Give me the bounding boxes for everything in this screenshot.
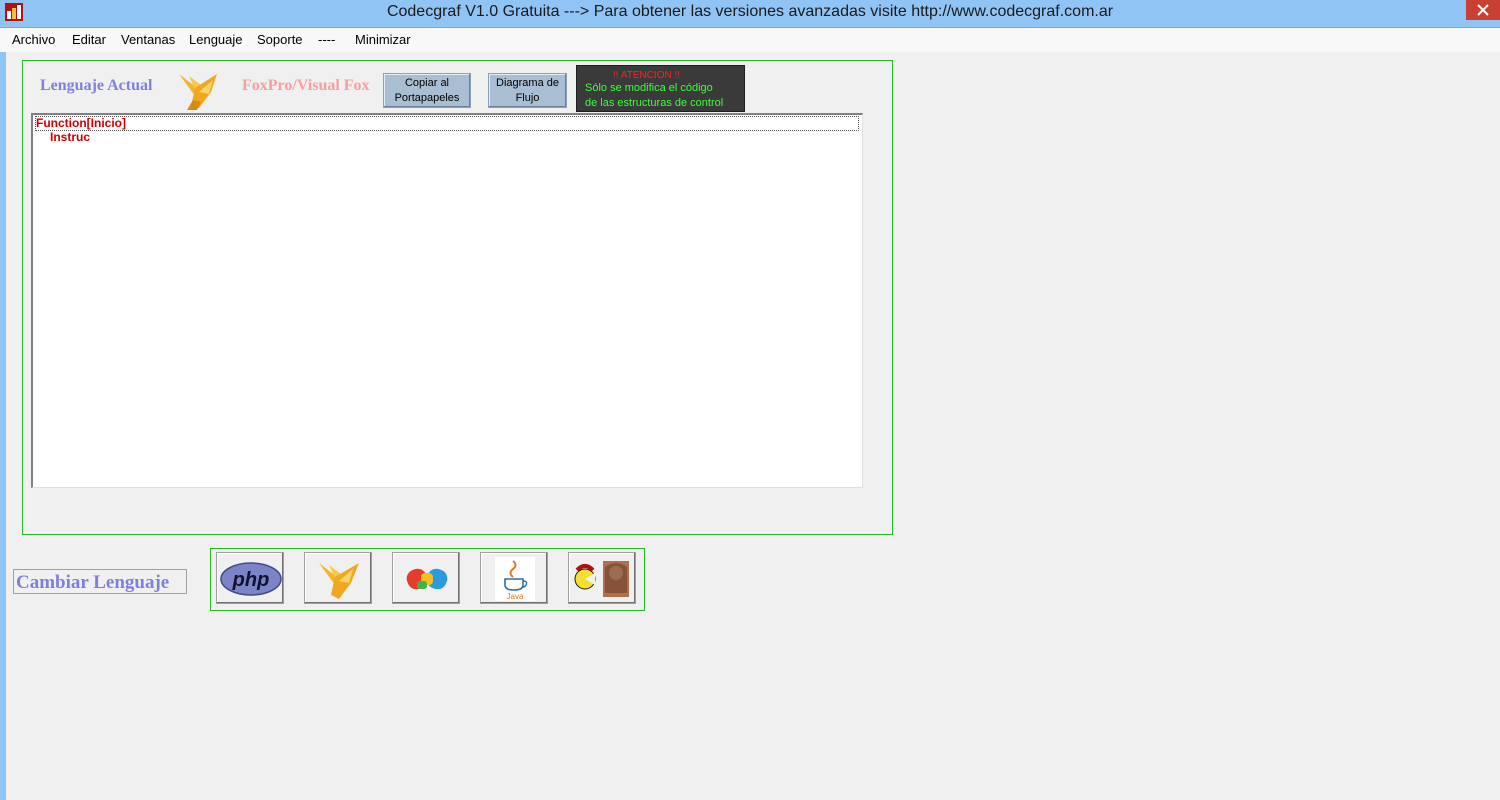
window-title: Codecgraf V1.0 Gratuita ---> Para obtene… <box>386 3 1114 20</box>
copy-button-line2: Portapapeles <box>394 91 460 104</box>
java-logo-text: Java <box>507 592 524 601</box>
window-left-border <box>0 52 6 800</box>
menu-minimizar[interactable]: Minimizar <box>355 32 411 47</box>
copy-button-line1: Copiar al <box>404 76 450 89</box>
infinity-logo-icon <box>406 568 448 590</box>
change-language-label: Cambiar Lenguaje <box>13 569 187 594</box>
close-icon <box>1477 4 1489 16</box>
close-button[interactable] <box>1466 0 1500 20</box>
foxpro-icon <box>179 74 217 110</box>
code-editor[interactable]: Function[Inicio] Instruc <box>31 113 863 488</box>
flow-diagram-button[interactable]: Diagrama de Flujo <box>488 73 567 108</box>
menu-bar: Archivo Editar Ventanas Lenguaje Soporte… <box>0 28 1500 52</box>
menu-editar[interactable]: Editar <box>72 32 106 47</box>
menu-soporte[interactable]: Soporte <box>257 32 303 47</box>
code-line[interactable]: Function[Inicio] <box>35 116 859 131</box>
current-language-label: Lenguaje Actual <box>40 77 153 94</box>
attention-notice: !! ATENCION !! Sólo se modifica el códig… <box>576 65 745 112</box>
menu-archivo[interactable]: Archivo <box>12 32 55 47</box>
flow-button-line2: Flujo <box>515 91 540 104</box>
attention-line-1: Sólo se modifica el código <box>585 82 713 94</box>
flow-button-line1: Diagrama de <box>496 76 559 89</box>
pascal-logo-icon <box>574 559 631 599</box>
code-line[interactable]: Instruc <box>50 131 90 144</box>
menu-ventanas[interactable]: Ventanas <box>121 32 175 47</box>
php-logo-text: php <box>232 569 270 591</box>
language-foxpro-button[interactable] <box>304 552 372 604</box>
language-dotnet-button[interactable] <box>392 552 460 604</box>
language-java-button[interactable]: Java <box>480 552 548 604</box>
language-php-button[interactable]: php <box>216 552 284 604</box>
menu-separator[interactable]: ---- <box>318 32 335 47</box>
java-logo-icon: Java <box>495 557 535 601</box>
foxpro-logo-icon <box>319 563 359 599</box>
current-language-name: FoxPro/Visual Fox <box>242 77 370 94</box>
php-logo-icon: php <box>220 562 282 596</box>
attention-line-2: de las estructuras de control <box>585 97 724 109</box>
title-bar: Codecgraf V1.0 Gratuita ---> Para obtene… <box>0 0 1500 28</box>
language-pascal-button[interactable] <box>568 552 636 604</box>
copy-to-clipboard-button[interactable]: Copiar al Portapapeles <box>383 73 471 108</box>
menu-lenguaje[interactable]: Lenguaje <box>189 32 243 47</box>
